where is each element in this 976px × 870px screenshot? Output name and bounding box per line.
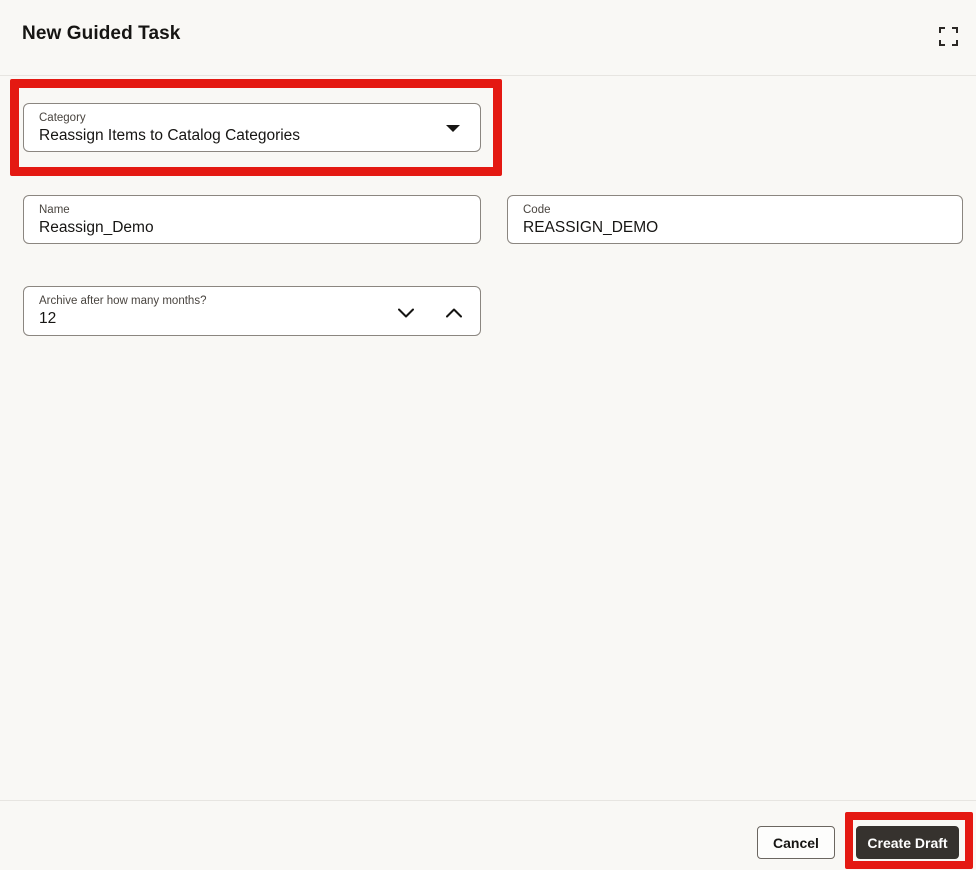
- page-title: New Guided Task: [22, 23, 181, 44]
- archive-months-field[interactable]: Archive after how many months?: [23, 286, 481, 336]
- category-select[interactable]: Category Reassign Items to Catalog Categ…: [23, 103, 481, 152]
- stepper-decrement-button[interactable]: [394, 301, 418, 325]
- cancel-button[interactable]: Cancel: [757, 826, 835, 859]
- name-label: Name: [39, 204, 70, 216]
- category-value: Reassign Items to Catalog Categories: [39, 127, 301, 144]
- stepper-increment-button[interactable]: [442, 301, 466, 325]
- expand-dialog-button[interactable]: [933, 21, 963, 51]
- name-field[interactable]: Name: [23, 195, 481, 244]
- code-input[interactable]: [523, 217, 948, 238]
- expand-icon: [938, 26, 958, 46]
- header-divider: [0, 75, 976, 76]
- code-label: Code: [523, 204, 551, 216]
- category-label: Category: [39, 112, 86, 124]
- footer-divider: [0, 800, 976, 801]
- chevron-up-icon: [446, 308, 462, 318]
- caret-down-icon[interactable]: [446, 125, 460, 132]
- name-input[interactable]: [39, 217, 466, 238]
- chevron-down-icon: [398, 308, 414, 318]
- code-field[interactable]: Code: [507, 195, 963, 244]
- create-draft-button[interactable]: Create Draft: [856, 826, 959, 859]
